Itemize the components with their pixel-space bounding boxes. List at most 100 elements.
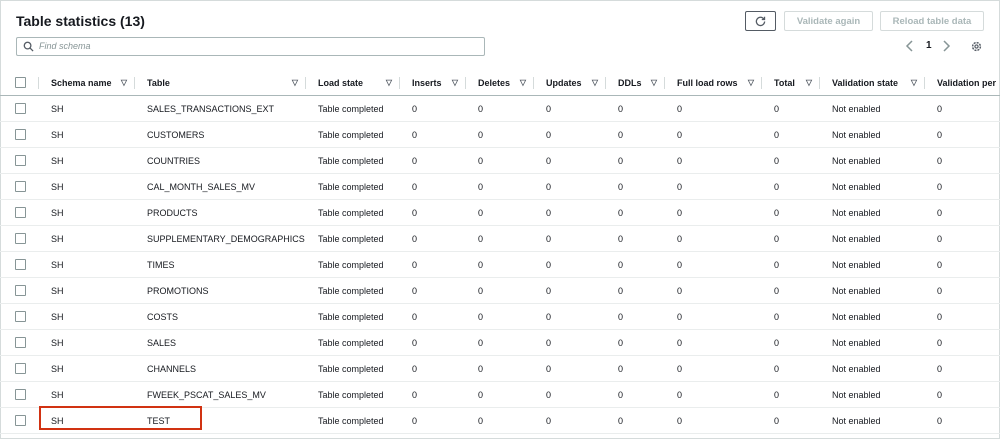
sort-icon[interactable]: ▽ <box>911 78 917 87</box>
cell-schema-name: SH <box>39 355 135 382</box>
table-row[interactable]: SH SALES_TRANSACTIONS_EXT Table completed 0… <box>0 95 1000 122</box>
sort-icon[interactable]: ▽ <box>651 78 657 87</box>
column-header-full-load-rows[interactable]: Full load rows ▽ <box>665 70 762 96</box>
column-header-updates[interactable]: Updates ▽ <box>534 70 606 96</box>
column-header-inserts[interactable]: Inserts ▽ <box>400 70 466 96</box>
row-checkbox[interactable] <box>15 155 26 166</box>
cell-ddls: 0 <box>606 225 665 252</box>
refresh-button[interactable] <box>745 11 776 31</box>
validate-again-button[interactable]: Validate again <box>784 11 873 31</box>
sort-icon[interactable]: ▽ <box>748 78 754 87</box>
sort-icon[interactable]: ▽ <box>121 78 127 87</box>
cell-validation-state: Not enabled <box>820 329 925 356</box>
row-checkbox[interactable] <box>15 311 26 322</box>
sort-icon[interactable]: ▽ <box>806 78 812 87</box>
cell-updates: 0 <box>534 303 606 330</box>
cell-load-state: Table completed <box>306 121 400 148</box>
cell-load-state: Table completed <box>306 303 400 330</box>
cell-updates: 0 <box>534 173 606 200</box>
row-checkbox[interactable] <box>15 233 26 244</box>
column-header-table[interactable]: Table ▽ <box>135 70 306 96</box>
sort-icon[interactable]: ▽ <box>386 78 392 87</box>
cell-ddls: 0 <box>606 147 665 174</box>
row-checkbox[interactable] <box>15 415 26 426</box>
table-row[interactable]: SH COUNTRIES Table completed 0 0 0 0 0 0 Not enab… <box>0 147 1000 174</box>
column-header-ddls[interactable]: DDLs ▽ <box>606 70 665 96</box>
column-header-validation-pending[interactable]: Validation per <box>925 70 1000 96</box>
reload-table-data-button[interactable]: Reload table data <box>880 11 984 31</box>
chevron-right-icon[interactable] <box>942 40 951 52</box>
cell-inserts: 0 <box>400 355 466 382</box>
row-checkbox[interactable] <box>15 207 26 218</box>
cell-table: SALES_TRANSACTIONS_EXT <box>135 95 306 122</box>
cell-schema-name: SH <box>39 381 135 408</box>
cell-full-load-rows: 0 <box>665 95 762 122</box>
table-row[interactable]: SH TEST Table completed 0 0 0 0 0 0 Not enabled 0 <box>0 407 1000 434</box>
row-checkbox[interactable] <box>15 285 26 296</box>
table-row[interactable]: SH FWEEK_PSCAT_SALES_MV Table completed 0 0 0… <box>0 381 1000 408</box>
cell-total: 0 <box>762 355 820 382</box>
cell-load-state: Table completed <box>306 95 400 122</box>
table-statistics-table: Schema name ▽ Table ▽ Load state ▽ Inserts ▽… <box>0 70 1000 434</box>
cell-updates: 0 <box>534 329 606 356</box>
current-page-number[interactable]: 1 <box>926 40 932 51</box>
select-all-checkbox[interactable] <box>15 77 26 88</box>
cell-inserts: 0 <box>400 251 466 278</box>
table-row[interactable]: SH PRODUCTS Table completed 0 0 0 0 0 0 Not enabl… <box>0 199 1000 226</box>
cell-inserts: 0 <box>400 381 466 408</box>
cell-validation-pending: 0 <box>925 407 1000 434</box>
cell-inserts: 0 <box>400 303 466 330</box>
cell-ddls: 0 <box>606 251 665 278</box>
cell-total: 0 <box>762 381 820 408</box>
table-row[interactable]: SH CAL_MONTH_SALES_MV Table completed 0 0 0 0 0… <box>0 173 1000 200</box>
column-header-total[interactable]: Total ▽ <box>762 70 820 96</box>
row-checkbox[interactable] <box>15 259 26 270</box>
table-row[interactable]: SH SUPPLEMENTARY_DEMOGRAPHICS Table comple… <box>0 225 1000 252</box>
row-checkbox[interactable] <box>15 363 26 374</box>
sort-icon[interactable]: ▽ <box>292 78 298 87</box>
column-header-schema-name[interactable]: Schema name ▽ <box>39 70 135 96</box>
cell-full-load-rows: 0 <box>665 173 762 200</box>
cell-table: SALES <box>135 329 306 356</box>
cell-schema-name: SH <box>39 407 135 434</box>
cell-deletes: 0 <box>466 381 534 408</box>
column-header-load-state[interactable]: Load state ▽ <box>306 70 400 96</box>
column-header-validation-state[interactable]: Validation state ▽ <box>820 70 925 96</box>
cell-validation-state: Not enabled <box>820 147 925 174</box>
table-row[interactable]: SH CUSTOMERS Table completed 0 0 0 0 0 0 Not enab… <box>0 121 1000 148</box>
cell-schema-name: SH <box>39 303 135 330</box>
cell-validation-state: Not enabled <box>820 381 925 408</box>
row-checkbox[interactable] <box>15 103 26 114</box>
table-row[interactable]: SH PROMOTIONS Table completed 0 0 0 0 0 0 Not ena… <box>0 277 1000 304</box>
sort-icon[interactable]: ▽ <box>520 78 526 87</box>
gear-icon[interactable] <box>970 40 983 53</box>
row-checkbox[interactable] <box>15 181 26 192</box>
table-row[interactable]: SH TIMES Table completed 0 0 0 0 0 0 Not enabled 0 <box>0 251 1000 278</box>
column-header-deletes[interactable]: Deletes ▽ <box>466 70 534 96</box>
table-row[interactable]: SH CHANNELS Table completed 0 0 0 0 0 0 Not enabl… <box>0 355 1000 382</box>
cell-validation-pending: 0 <box>925 329 1000 356</box>
cell-inserts: 0 <box>400 199 466 226</box>
row-select-cell <box>0 225 39 252</box>
row-checkbox[interactable] <box>15 129 26 140</box>
cell-deletes: 0 <box>466 225 534 252</box>
sort-icon[interactable]: ▽ <box>452 78 458 87</box>
table-row[interactable]: SH SALES Table completed 0 0 0 0 0 0 Not enabled 0 <box>0 329 1000 356</box>
cell-inserts: 0 <box>400 147 466 174</box>
cell-full-load-rows: 0 <box>665 355 762 382</box>
cell-total: 0 <box>762 251 820 278</box>
cell-inserts: 0 <box>400 277 466 304</box>
cell-schema-name: SH <box>39 147 135 174</box>
row-checkbox[interactable] <box>15 389 26 400</box>
table-row[interactable]: SH COSTS Table completed 0 0 0 0 0 0 Not enabled 0 <box>0 303 1000 330</box>
cell-schema-name: SH <box>39 173 135 200</box>
search-input[interactable]: Find schema <box>16 37 485 56</box>
cell-deletes: 0 <box>466 407 534 434</box>
sort-icon[interactable]: ▽ <box>592 78 598 87</box>
cell-load-state: Table completed <box>306 173 400 200</box>
chevron-left-icon[interactable] <box>905 40 914 52</box>
row-checkbox[interactable] <box>15 337 26 348</box>
cell-table: CAL_MONTH_SALES_MV <box>135 173 306 200</box>
cell-full-load-rows: 0 <box>665 329 762 356</box>
cell-total: 0 <box>762 277 820 304</box>
